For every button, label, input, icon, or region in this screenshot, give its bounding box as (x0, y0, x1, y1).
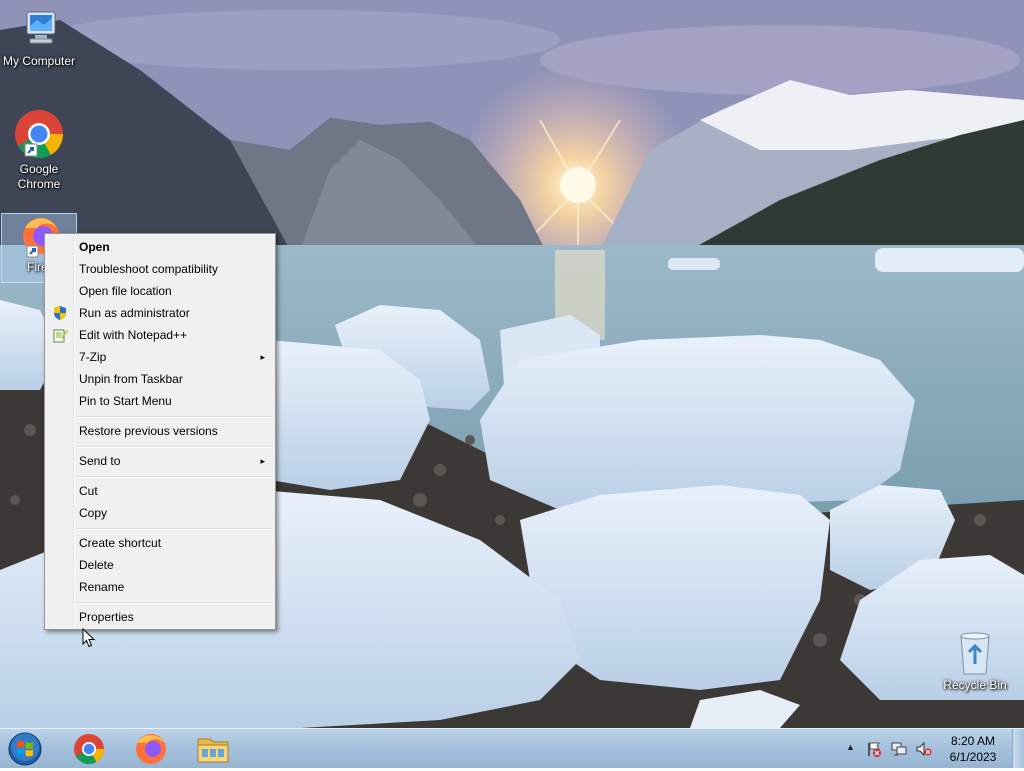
menu-item-open-file-location[interactable]: Open file location (47, 280, 273, 302)
desktop-icon-google-chrome[interactable]: Google Chrome (1, 108, 77, 192)
menu-item-unpin-from-taskbar[interactable]: Unpin from Taskbar (47, 368, 273, 390)
menu-item-cut[interactable]: Cut (47, 480, 273, 502)
menu-item-label: Rename (79, 580, 125, 594)
context-menu: Open Troubleshoot compatibility Open fil… (44, 233, 276, 630)
menu-item-label: Unpin from Taskbar (79, 372, 183, 386)
menu-item-properties[interactable]: Properties (47, 606, 273, 628)
menu-separator (75, 602, 273, 604)
recycle-bin-icon (960, 632, 990, 675)
taskbar-chrome-button[interactable] (62, 730, 116, 768)
menu-item-label: Open file location (79, 284, 172, 298)
taskbar: ▲ 8:20 AM 6/1/2023 (0, 728, 1024, 768)
mouse-cursor-icon (82, 628, 96, 648)
submenu-arrow-icon: ▸ (260, 352, 265, 362)
menu-item-run-as-administrator[interactable]: Run as administrator (47, 302, 273, 324)
clock-time: 8:20 AM (950, 734, 996, 748)
desktop-icon-label: My Computer (2, 54, 76, 68)
menu-item-send-to[interactable]: Send to ▸ (47, 450, 273, 472)
computer-icon (26, 11, 56, 44)
menu-item-label: 7-Zip (79, 350, 107, 364)
menu-item-label: Pin to Start Menu (79, 394, 172, 408)
desktop-icon-label: Recycle Bin (943, 678, 1007, 692)
menu-item-copy[interactable]: Copy (47, 502, 273, 524)
menu-item-label: Troubleshoot compatibility (79, 262, 218, 276)
system-clock[interactable]: 8:20 AM 6/1/2023 (940, 733, 1006, 765)
menu-separator (75, 416, 273, 418)
volume-muted-icon[interactable] (916, 741, 932, 757)
taskbar-firefox-button[interactable] (124, 730, 178, 768)
show-hidden-icons-button[interactable]: ▲ (846, 742, 855, 752)
notepad-plus-plus-icon (53, 329, 68, 343)
desktop-icon-my-computer[interactable]: My Computer (1, 8, 77, 69)
menu-item-label: Delete (79, 558, 114, 572)
menu-item-restore-previous-versions[interactable]: Restore previous versions (47, 420, 273, 442)
desktop-icon-recycle-bin[interactable]: Recycle Bin (937, 630, 1013, 693)
start-button[interactable] (6, 731, 44, 767)
menu-item-label: Properties (79, 610, 134, 624)
action-center-flag-icon[interactable] (866, 741, 882, 757)
menu-item-label: Send to (79, 454, 121, 468)
uac-shield-icon (54, 306, 66, 320)
menu-item-label: Copy (79, 506, 108, 520)
menu-item-label: Restore previous versions (79, 424, 218, 438)
firefox-icon (136, 734, 166, 764)
menu-item-edit-with-notepad-plus-plus[interactable]: Edit with Notepad++ (47, 324, 273, 346)
taskbar-file-explorer-button[interactable] (186, 730, 240, 768)
menu-item-rename[interactable]: Rename (47, 576, 273, 598)
menu-separator (75, 528, 273, 530)
show-desktop-button[interactable] (1012, 729, 1024, 768)
menu-separator (75, 446, 273, 448)
desktop-icon-label: Google Chrome (17, 162, 61, 191)
network-icon[interactable] (891, 741, 907, 757)
clock-date: 6/1/2023 (949, 750, 997, 764)
menu-item-label: Open (79, 240, 110, 254)
menu-item-troubleshoot-compatibility[interactable]: Troubleshoot compatibility (47, 258, 273, 280)
menu-item-label: Edit with Notepad++ (79, 328, 188, 342)
menu-item-open[interactable]: Open (47, 236, 273, 258)
file-explorer-icon (197, 738, 229, 763)
menu-item-label: Create shortcut (79, 536, 162, 550)
menu-item-label: Run as administrator (79, 306, 190, 320)
menu-item-create-shortcut[interactable]: Create shortcut (47, 532, 273, 554)
menu-separator (75, 476, 273, 478)
chrome-icon (74, 734, 104, 765)
menu-item-pin-to-start-menu[interactable]: Pin to Start Menu (47, 390, 273, 412)
menu-item-label: Cut (79, 484, 98, 498)
submenu-arrow-icon: ▸ (260, 456, 265, 466)
menu-item-7-zip[interactable]: 7-Zip ▸ (47, 346, 273, 368)
chrome-icon (15, 110, 64, 159)
menu-item-delete[interactable]: Delete (47, 554, 273, 576)
